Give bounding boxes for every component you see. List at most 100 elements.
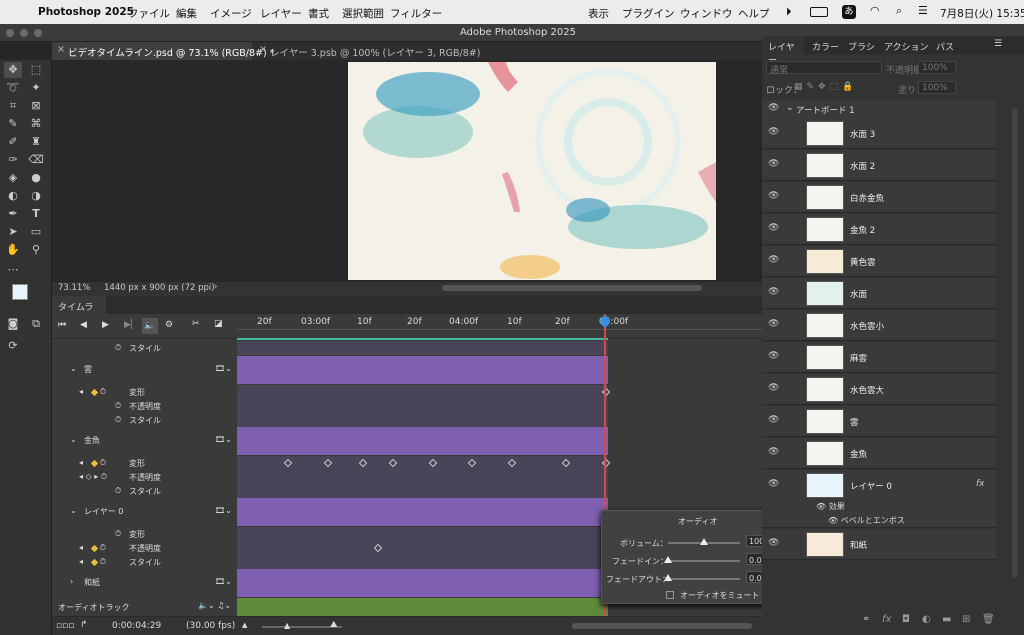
previous-frame-icon[interactable]: ◀: [80, 320, 87, 330]
layer-row-layer0[interactable]: ⌄ レイヤー 0 🎞⌄: [52, 498, 237, 526]
close-window-button[interactable]: [6, 29, 14, 37]
eye-icon[interactable]: 👁: [768, 287, 780, 299]
eye-icon[interactable]: 👁: [768, 255, 780, 267]
transition-icon[interactable]: ◪: [214, 319, 223, 329]
foreground-color-swatch[interactable]: [12, 284, 28, 300]
fadein-slider-knob[interactable]: [664, 556, 672, 563]
fill-tool-icon[interactable]: ◈: [4, 170, 22, 186]
adjustment-icon[interactable]: ◐: [922, 614, 931, 625]
volume-slider-knob[interactable]: [700, 538, 708, 545]
close-tab-icon[interactable]: ×: [259, 44, 267, 55]
menu-type[interactable]: 書式: [308, 6, 329, 21]
film-strip-icon[interactable]: 🎞⌄: [215, 506, 232, 515]
zoom-level[interactable]: 73.11%: [58, 283, 90, 293]
eye-icon[interactable]: 👁: [768, 415, 780, 427]
sponge-tool-icon[interactable]: ◑: [27, 188, 45, 204]
menu-help[interactable]: ヘルプ: [738, 6, 770, 21]
status-menu-arrow[interactable]: ›: [214, 282, 217, 292]
quick-mask-icon[interactable]: ◙: [4, 316, 22, 332]
magic-wand-icon[interactable]: ✦: [27, 80, 45, 96]
tab-video-timeline[interactable]: × ビデオタイムライン.psd @ 73.1% (RGB/8#) *: [52, 42, 274, 60]
fx-badge[interactable]: fx: [976, 479, 985, 489]
move-tool-icon[interactable]: ✥: [4, 62, 22, 78]
opacity-field[interactable]: 100%: [918, 61, 956, 74]
eye-icon[interactable]: 👁: [768, 191, 780, 203]
layer-row[interactable]: 👁 和紙: [762, 529, 996, 560]
audio-toggle-icon[interactable]: 🔈: [142, 318, 158, 334]
menu-view[interactable]: 表示: [588, 6, 609, 21]
new-layer-icon[interactable]: ⊞: [962, 614, 970, 625]
menu-select[interactable]: 選択範囲: [342, 6, 384, 21]
play-icon[interactable]: ▶: [102, 320, 109, 330]
keyframe[interactable]: [323, 458, 333, 468]
search-icon[interactable]: ⌕: [896, 4, 902, 18]
keyframe[interactable]: [388, 458, 398, 468]
clip-bar-washi[interactable]: [237, 569, 608, 597]
layer-row[interactable]: 👁 雲: [762, 406, 996, 437]
stamp-tool-icon[interactable]: ♜: [27, 134, 45, 150]
brush-tool-icon[interactable]: ✐: [4, 134, 22, 150]
keyframe[interactable]: [428, 458, 438, 468]
menu-plugins[interactable]: プラグイン: [622, 6, 675, 21]
eyedropper-icon[interactable]: ✎: [4, 116, 22, 132]
film-strip-icon[interactable]: 🎞⌄: [215, 364, 232, 373]
eye-icon[interactable]: 👁: [816, 502, 826, 511]
lock-icons[interactable]: ▦✎✥⬚🔒: [794, 82, 857, 92]
eye-icon[interactable]: 👁: [768, 383, 780, 395]
more-tools-icon[interactable]: ⋯: [4, 262, 22, 278]
layers-scrollbar[interactable]: [1012, 108, 1018, 578]
battery-icon[interactable]: [810, 7, 828, 17]
eye-icon[interactable]: 👁: [768, 319, 780, 331]
go-first-frame-icon[interactable]: ⏮: [58, 320, 66, 330]
wifi-icon[interactable]: ◠: [870, 4, 880, 17]
add-mask-icon[interactable]: ◘: [902, 614, 910, 625]
split-scissors-icon[interactable]: ✂: [192, 319, 200, 329]
mute-checkbox[interactable]: [666, 591, 674, 599]
marquee-tool-icon[interactable]: ⬚: [27, 62, 45, 78]
layer-row[interactable]: 👁 水面 2: [762, 150, 996, 181]
tab-paths[interactable]: パス: [936, 40, 954, 53]
film-strip-icon[interactable]: 🎞⌄: [215, 577, 232, 586]
layer-row[interactable]: 👁 水色雲小: [762, 310, 996, 341]
layer-row[interactable]: 👁 水色雲大: [762, 374, 996, 405]
trash-icon[interactable]: 🗑: [982, 614, 995, 625]
menu-filter[interactable]: フィルター: [390, 6, 442, 21]
control-center-icon[interactable]: ☰: [918, 4, 928, 17]
layer-row-layer0[interactable]: 👁 レイヤー 0 fx 👁 効果 👁 ベベルとエンボス: [762, 470, 996, 528]
frame-animation-icon[interactable]: ▫▫▫: [56, 621, 74, 631]
clip-bar-layer0[interactable]: [237, 498, 608, 526]
hand-tool-icon[interactable]: ✋: [4, 242, 22, 258]
layer-row-washi[interactable]: › 和紙 🎞⌄: [52, 569, 237, 597]
settings-gear-icon[interactable]: ⚙: [165, 320, 173, 330]
eye-icon[interactable]: 👁: [768, 538, 780, 550]
audio-icons[interactable]: 🔈⌄ ♫⌄: [198, 601, 231, 610]
audio-track-row[interactable]: オーディオトラック 🔈⌄ ♫⌄: [52, 598, 237, 616]
zoom-window-button[interactable]: [34, 29, 42, 37]
tab-layers[interactable]: レイヤー: [762, 36, 804, 66]
layer-row[interactable]: 👁 麻雲: [762, 342, 996, 373]
eye-icon[interactable]: 👁: [768, 127, 780, 139]
horizontal-scrollbar[interactable]: [442, 285, 702, 291]
tab-actions[interactable]: アクション: [884, 40, 929, 53]
artboard-row[interactable]: 👁 ⌄ アートボード 1: [762, 100, 996, 118]
fadein-slider[interactable]: [668, 560, 740, 562]
keyframe[interactable]: [507, 458, 517, 468]
layer-row[interactable]: 👁 白赤金魚: [762, 182, 996, 213]
layer-row[interactable]: 👁 黄色雲: [762, 246, 996, 277]
layer-row-goldfish[interactable]: ⌄ 金魚 🎞⌄: [52, 427, 237, 455]
eye-icon[interactable]: 👁: [768, 447, 780, 459]
menu-layer[interactable]: レイヤー: [260, 6, 302, 21]
zoom-out-icon[interactable]: ▲: [242, 621, 247, 629]
keyframe[interactable]: [467, 458, 477, 468]
patch-tool-icon[interactable]: ⌘: [27, 116, 45, 132]
history-brush-icon[interactable]: ✑: [4, 152, 22, 168]
menu-image[interactable]: イメージ: [210, 6, 252, 21]
eye-icon[interactable]: 👁: [768, 351, 780, 363]
ime-indicator[interactable]: あ: [842, 5, 856, 19]
render-icon[interactable]: ↱: [80, 620, 88, 630]
record-icon[interactable]: ⏵: [786, 5, 792, 19]
audio-clip-bar[interactable]: [237, 598, 608, 616]
clip-bar-goldfish[interactable]: [237, 427, 608, 455]
eye-icon[interactable]: 👁: [768, 479, 780, 491]
fadeout-slider[interactable]: [668, 578, 740, 580]
